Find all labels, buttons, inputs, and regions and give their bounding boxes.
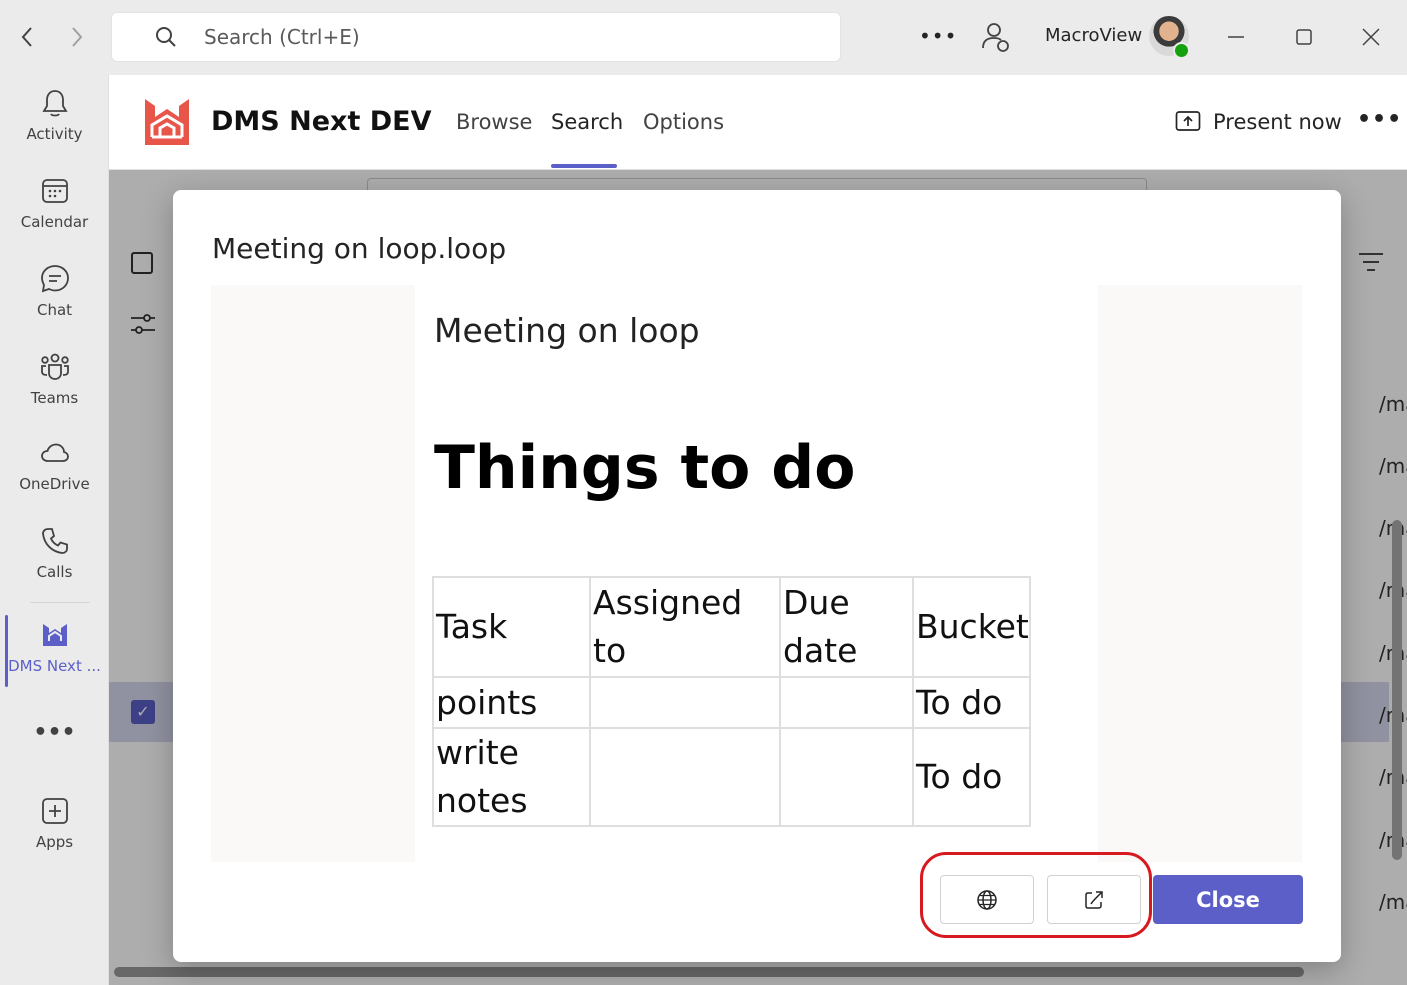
table-header-cell: Assigned to [589,576,781,678]
present-now-label: Present now [1213,110,1342,134]
app-more-button[interactable]: ••• [1357,107,1402,132]
dialog-title: Meeting on loop.loop [212,232,507,265]
org-switch-icon[interactable] [978,20,1012,54]
rail-item-label: Chat [36,301,73,319]
table-row: points To do [432,676,1031,729]
rail-item-label: DMS Next ... [8,657,101,675]
table-cell: write notes [432,727,591,827]
table-header-cell: Due date [779,576,914,678]
table-cell [589,727,781,827]
table-cell [779,727,914,827]
rail-item-chat[interactable]: Chat [0,263,109,343]
tab-search[interactable]: Search [551,110,623,134]
rail-item-label: Calendar [20,213,89,231]
phone-icon [41,528,68,554]
active-tab-indicator [551,164,617,168]
more-options-button[interactable]: ••• [919,24,957,48]
title-bar: ••• MacroView [0,0,1407,75]
tab-options[interactable]: Options [643,110,724,134]
minimize-button[interactable] [1223,24,1249,50]
table-cell: To do [912,727,1031,827]
rail-divider [30,602,90,603]
rail-item-label: Activity [26,125,83,143]
table-header-cell: Bucket [912,576,1031,678]
rail-item-calls[interactable]: Calls [0,525,109,605]
minimize-icon [1228,36,1244,38]
rail-item-label: Calls [36,563,73,581]
rail-item-apps[interactable]: Apps [0,795,109,875]
add-app-icon [41,798,68,824]
forward-button[interactable] [62,22,92,52]
dms-brand-logo [145,99,189,145]
table-row: write notes To do [432,727,1031,827]
more-icon: ••• [33,720,76,745]
search-icon [156,27,176,47]
left-rail: Activity Calendar Chat Teams OneDrive Ca… [0,75,109,985]
presence-available-icon [1173,42,1190,59]
highlight-annotation [920,852,1152,938]
close-window-button[interactable] [1358,24,1384,50]
bell-icon [41,90,68,117]
rail-item-label: Apps [35,833,74,851]
rail-item-more[interactable]: ••• [0,720,109,800]
maximize-icon [1296,29,1312,45]
preview-dialog: Meeting on loop.loop Meeting on loop Thi… [173,190,1341,962]
rail-item-onedrive[interactable]: OneDrive [0,437,109,517]
maximize-button[interactable] [1291,24,1317,50]
rail-item-calendar[interactable]: Calendar [0,175,109,255]
teams-icon [40,353,69,380]
chevron-right-icon [72,27,83,47]
rail-item-label: OneDrive [19,475,90,493]
rail-item-activity[interactable]: Activity [0,87,109,167]
rail-item-dms-next[interactable]: DMS Next ... [0,619,109,699]
tab-browse[interactable]: Browse [456,110,532,134]
rail-item-label: Teams [30,389,79,407]
cloud-icon [40,443,69,462]
table-cell: points [432,676,591,729]
chevron-left-icon [21,27,32,47]
search-input[interactable] [204,25,804,49]
document-page: Meeting on loop Things to do Task Assign… [415,285,1098,862]
user-name: MacroView [1045,25,1143,46]
close-icon [1362,28,1380,46]
share-screen-icon [1175,111,1201,131]
document-subtitle: Meeting on loop [434,311,700,350]
table-cell [589,676,781,729]
chat-icon [40,265,69,293]
table-cell: To do [912,676,1031,729]
table-header-row: Task Assigned to Due date Bucket [432,576,1031,678]
rail-item-teams[interactable]: Teams [0,351,109,431]
document-heading: Things to do [434,433,856,503]
calendar-icon [41,179,68,203]
table-cell [779,676,914,729]
table-header-cell: Task [432,576,591,678]
search-box[interactable] [111,12,841,62]
app-title: DMS Next DEV [211,106,432,137]
back-button[interactable] [12,22,42,52]
app-header: DMS Next DEV Browse Search Options Prese… [109,75,1407,170]
document-preview: Meeting on loop Things to do Task Assign… [211,285,1302,862]
close-dialog-button[interactable]: Close [1153,875,1303,924]
task-table: Task Assigned to Due date Bucket points … [432,576,1031,827]
present-now-button[interactable]: Present now [1175,109,1342,135]
dms-logo-icon [42,624,67,646]
